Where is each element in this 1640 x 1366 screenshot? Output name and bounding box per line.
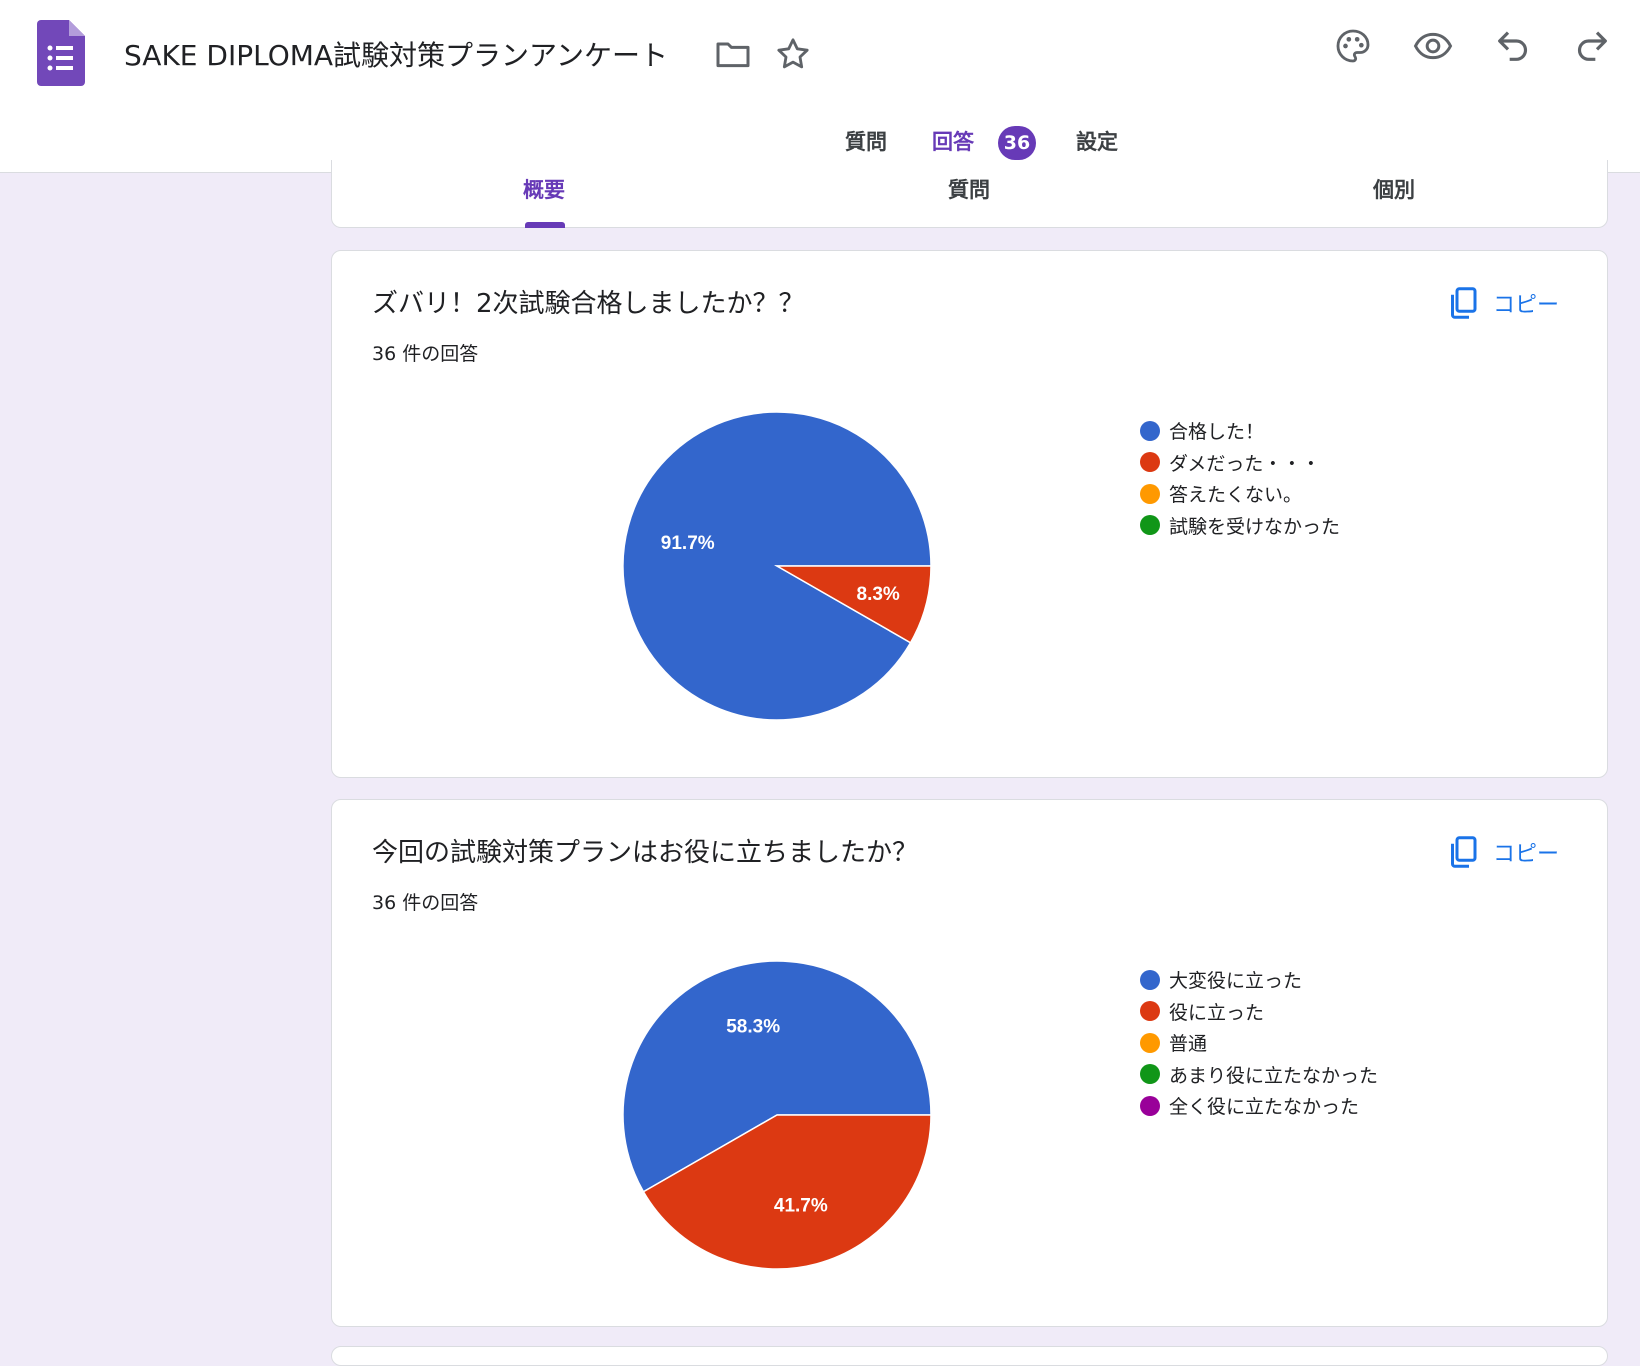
- legend-color-swatch: [1140, 483, 1160, 504]
- subtab-individual[interactable]: 個別: [1373, 174, 1415, 204]
- subtab-active-indicator: [525, 222, 565, 228]
- question-summary-card-1: ズバリ！2次試験合格しましたか？？ 36 件の回答 コピー 91.7% 8.3% …: [331, 250, 1608, 778]
- legend-item[interactable]: 全く役に立たなかった: [1140, 1090, 1378, 1122]
- response-view-tabs: 概要 質問 個別: [331, 160, 1608, 228]
- subtab-question[interactable]: 質問: [948, 174, 990, 204]
- chart-legend: 合格した！ ダメだった・・・ 答えたくない。試験を受けなかった: [1140, 415, 1340, 541]
- legend-item[interactable]: 役に立った: [1140, 996, 1378, 1028]
- tab-settings[interactable]: 設定: [1076, 126, 1118, 156]
- star-icon[interactable]: [773, 34, 813, 74]
- question-title: ズバリ！2次試験合格しましたか？？: [372, 289, 805, 319]
- legend-color-swatch: [1140, 420, 1160, 441]
- copy-chart-button[interactable]: コピー: [1445, 832, 1559, 872]
- legend-item[interactable]: 試験を受けなかった: [1140, 510, 1340, 542]
- legend-item[interactable]: ダメだった・・・: [1140, 447, 1340, 479]
- legend-label: ダメだった・・・: [1169, 452, 1321, 475]
- legend-label: 普通: [1169, 1033, 1208, 1056]
- copy-label: コピー: [1492, 293, 1559, 318]
- question-title: 今回の試験対策プランはお役に立ちましたか？: [372, 838, 919, 868]
- legend-color-swatch: [1140, 969, 1160, 990]
- question-summary-card-2: 今回の試験対策プランはお役に立ちましたか？ 36 件の回答 コピー 58.3% 4…: [331, 799, 1608, 1327]
- response-count: 36 件の回答: [372, 343, 479, 365]
- legend-label: 全く役に立たなかった: [1169, 1096, 1360, 1119]
- slice-percent-label: 8.3%: [857, 584, 900, 605]
- subtab-summary[interactable]: 概要: [523, 174, 565, 204]
- slice-percent-label: 58.3%: [726, 1017, 780, 1038]
- palette-icon[interactable]: [1333, 26, 1373, 66]
- copy-label: コピー: [1492, 842, 1559, 867]
- tab-responses[interactable]: 回答: [932, 126, 974, 156]
- app-header: SAKE DIPLOMA試験対策プランアンケート 質問 回答 設定 36: [0, 0, 1640, 173]
- forms-logo-icon[interactable]: [37, 20, 85, 86]
- undo-icon[interactable]: [1493, 26, 1533, 66]
- legend-label: あまり役に立たなかった: [1169, 1064, 1379, 1087]
- chart-legend: 大変役に立った 役に立った普通あまり役に立たなかった 全く役に立たなかった: [1140, 964, 1378, 1122]
- legend-color-swatch: [1140, 452, 1160, 473]
- question-summary-card-3: [331, 1346, 1608, 1366]
- slice-percent-label: 41.7%: [774, 1195, 828, 1216]
- preview-eye-icon[interactable]: [1413, 26, 1453, 66]
- legend-item[interactable]: あまり役に立たなかった: [1140, 1059, 1378, 1091]
- legend-label: 大変役に立った: [1169, 970, 1303, 993]
- legend-label: 試験を受けなかった: [1169, 515, 1341, 538]
- legend-item[interactable]: 普通: [1140, 1027, 1378, 1059]
- legend-item[interactable]: 合格した！: [1140, 415, 1340, 447]
- legend-item[interactable]: 答えたくない。: [1140, 478, 1340, 510]
- legend-color-swatch: [1140, 1032, 1160, 1053]
- legend-color-swatch: [1140, 1001, 1160, 1022]
- responses-count-badge: 36: [998, 126, 1036, 160]
- pie-chart: 91.7% 8.3%: [622, 411, 932, 721]
- legend-label: 答えたくない。: [1169, 484, 1303, 507]
- legend-label: 役に立った: [1169, 1001, 1265, 1024]
- copy-icon: [1450, 287, 1477, 319]
- form-title[interactable]: SAKE DIPLOMA試験対策プランアンケート: [124, 34, 668, 74]
- legend-item[interactable]: 大変役に立った: [1140, 964, 1378, 996]
- response-count: 36 件の回答: [372, 892, 479, 914]
- tab-questions[interactable]: 質問: [845, 126, 887, 156]
- legend-color-swatch: [1140, 515, 1160, 536]
- legend-color-swatch: [1140, 1095, 1160, 1116]
- pie-chart: 58.3% 41.7%: [622, 960, 932, 1270]
- copy-chart-button[interactable]: コピー: [1445, 283, 1559, 323]
- folder-icon[interactable]: [713, 34, 753, 74]
- legend-label: 合格した！: [1169, 421, 1265, 444]
- slice-percent-label: 91.7%: [661, 533, 715, 554]
- copy-icon: [1450, 836, 1477, 868]
- legend-color-swatch: [1140, 1064, 1160, 1085]
- redo-icon[interactable]: [1572, 26, 1612, 66]
